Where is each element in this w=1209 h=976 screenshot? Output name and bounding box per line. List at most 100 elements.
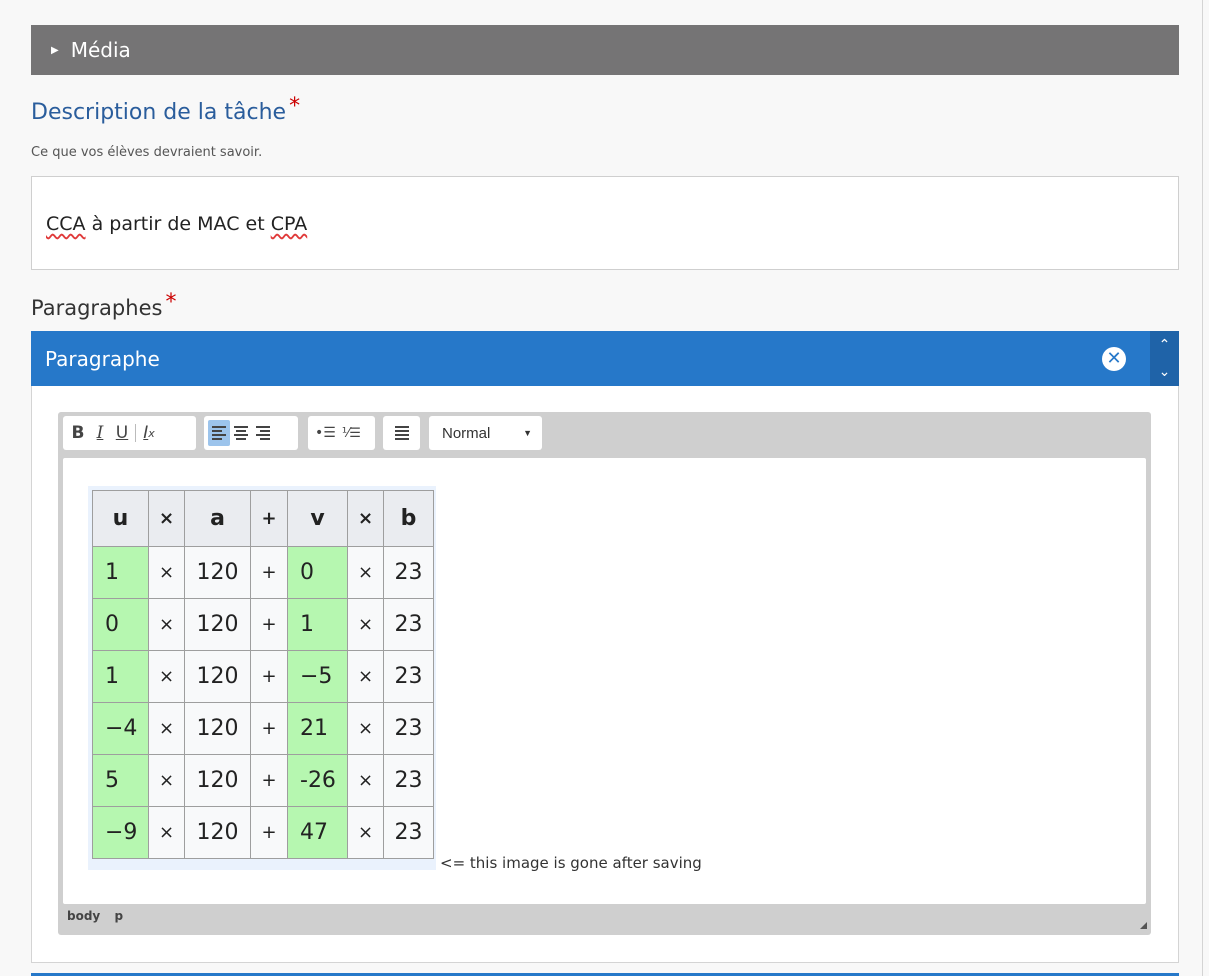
table-cell: × — [347, 806, 384, 859]
paragraph-header[interactable]: Paragraphe ✕ — [31, 331, 1150, 386]
table-cell: × — [148, 650, 185, 703]
table-cell: −4 — [92, 702, 149, 755]
image-note-text: <= this image is gone after saving — [440, 854, 702, 872]
description-help-text: Ce que vos élèves devraient savoir. — [31, 145, 263, 160]
toolbar-group-alignment — [204, 416, 298, 450]
move-down-icon[interactable]: ⌄ — [1150, 359, 1179, 387]
table-header-cell: × — [148, 490, 185, 547]
dropdown-arrow-icon: ▼ — [523, 428, 532, 438]
description-input[interactable]: CCA à partir de MAC et CPA — [31, 176, 1179, 270]
table-cell: 1 — [92, 650, 149, 703]
table-cell: 23 — [383, 650, 434, 703]
table-cell: + — [250, 754, 288, 807]
description-value-part: CCA — [46, 213, 86, 235]
remove-paragraph-icon[interactable]: ✕ — [1102, 347, 1126, 371]
table-cell: 120 — [184, 806, 251, 859]
toolbar-separator — [135, 424, 136, 442]
table-cell: 23 — [383, 702, 434, 755]
table-cell: + — [250, 598, 288, 651]
numbered-list-icon[interactable]: ⅟☰ — [339, 420, 364, 446]
table-cell: × — [148, 754, 185, 807]
table-header-cell: × — [347, 490, 384, 547]
table-cell: 1 — [92, 546, 149, 599]
table-cell: × — [347, 650, 384, 703]
table-cell: × — [148, 806, 185, 859]
table-cell: 120 — [184, 702, 251, 755]
table-cell: × — [347, 598, 384, 651]
align-left-icon[interactable] — [208, 420, 230, 446]
table-cell: 0 — [92, 598, 149, 651]
table-header-cell: a — [184, 490, 251, 547]
table-cell: 1 — [287, 598, 348, 651]
table-header-cell: + — [250, 490, 288, 547]
reorder-buttons: ⌃ ⌄ — [1150, 331, 1179, 386]
table-cell: 21 — [287, 702, 348, 755]
table-header-cell: u — [92, 490, 149, 547]
toolbar-group-lists: •☰ ⅟☰ — [308, 416, 375, 450]
table-cell: × — [148, 598, 185, 651]
clear-format-button[interactable]: Ix — [138, 420, 160, 446]
rich-text-editor: B I U Ix •☰ ⅟☰ Normal ▼ u × a + v × b 1 … — [58, 412, 1151, 935]
description-value-part: à partir de MAC et — [85, 213, 271, 235]
table-cell: 5 — [92, 754, 149, 807]
table-cell: −9 — [92, 806, 149, 859]
table-row: −4 × 120 + 21 × 23 — [92, 702, 434, 755]
description-title-text: Description de la tâche — [31, 100, 287, 125]
table-cell: + — [250, 546, 288, 599]
align-center-icon[interactable] — [230, 420, 252, 446]
description-title: Description de la tâche * — [31, 94, 300, 125]
path-item-p[interactable]: p — [114, 909, 123, 923]
align-right-icon[interactable] — [252, 420, 274, 446]
table-cell: × — [347, 546, 384, 599]
table-cell: 0 — [287, 546, 348, 599]
table-cell: 120 — [184, 650, 251, 703]
table-cell: 23 — [383, 754, 434, 807]
table-row: 1 × 120 + 0 × 23 — [92, 546, 434, 599]
required-mark: * — [289, 94, 301, 119]
table-cell: -26 — [287, 754, 348, 807]
table-cell: × — [347, 702, 384, 755]
table-cell: 47 — [287, 806, 348, 859]
required-mark: * — [165, 290, 177, 315]
table-header-cell: v — [287, 490, 348, 547]
table-cell: 23 — [383, 546, 434, 599]
table-cell: 23 — [383, 598, 434, 651]
table-row: 0 × 120 + 1 × 23 — [92, 598, 434, 651]
table-cell: −5 — [287, 650, 348, 703]
format-select[interactable]: Normal ▼ — [429, 416, 542, 450]
paragraphs-title: Paragraphes * — [31, 290, 176, 321]
move-up-icon[interactable]: ⌃ — [1150, 331, 1179, 359]
paragraphs-title-text: Paragraphes — [31, 296, 163, 320]
table-cell: × — [148, 546, 185, 599]
table-row: 1 × 120 + −5 × 23 — [92, 650, 434, 703]
paragraph-title: Paragraphe — [45, 346, 160, 371]
element-path-bar: body p — [67, 909, 133, 923]
table-cell: + — [250, 806, 288, 859]
bulleted-list-icon[interactable]: •☰ — [312, 420, 339, 446]
italic-button[interactable]: I — [89, 420, 111, 446]
bold-button[interactable]: B — [67, 420, 89, 446]
justify-icon[interactable] — [391, 420, 413, 446]
table-cell: + — [250, 702, 288, 755]
toolbar-group-text-style: B I U Ix — [63, 416, 196, 450]
toolbar-group-justify — [383, 416, 420, 450]
underline-button[interactable]: U — [111, 420, 133, 446]
table-cell: 120 — [184, 598, 251, 651]
caret-right-icon: ▶ — [51, 44, 59, 56]
table-cell: 120 — [184, 754, 251, 807]
table-row: 5 × 120 + -26 × 23 — [92, 754, 434, 807]
resize-handle-icon[interactable] — [1140, 922, 1147, 929]
editor-content-area[interactable]: u × a + v × b 1 × 120 + 0 × 23 0 × 120 +… — [63, 458, 1146, 904]
table-cell: + — [250, 650, 288, 703]
uv-table: u × a + v × b 1 × 120 + 0 × 23 0 × 120 +… — [92, 490, 434, 859]
table-cell: × — [148, 702, 185, 755]
table-cell: 23 — [383, 806, 434, 859]
media-section-toggle[interactable]: ▶ Média — [31, 25, 1179, 75]
path-item-body[interactable]: body — [67, 909, 100, 923]
inserted-table-image[interactable]: u × a + v × b 1 × 120 + 0 × 23 0 × 120 +… — [88, 486, 436, 870]
table-cell: × — [347, 754, 384, 807]
format-select-value: Normal — [442, 424, 491, 442]
description-value-part: CPA — [270, 213, 308, 235]
media-label: Média — [70, 38, 131, 62]
table-header-cell: b — [383, 490, 434, 547]
